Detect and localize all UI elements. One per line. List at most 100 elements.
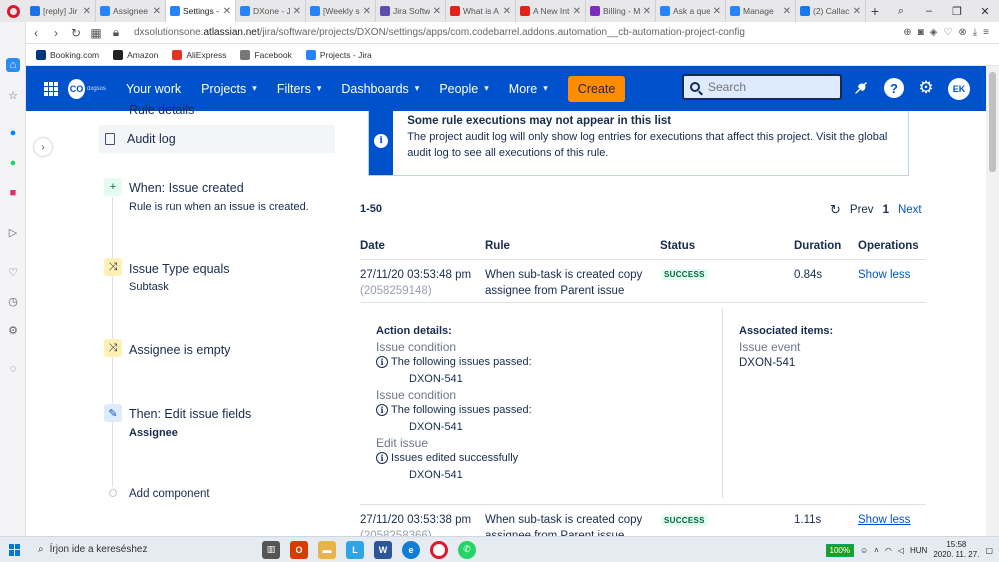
close-tab-icon[interactable]: ✕ — [83, 6, 91, 17]
close-tab-icon[interactable]: ✕ — [503, 6, 511, 17]
bulb-icon[interactable]: ◌ — [6, 362, 20, 376]
jira-logo[interactable]: CO dxgsos — [68, 78, 106, 99]
heart-icon[interactable]: ♡ — [6, 265, 20, 279]
url-field[interactable]: dxsolutionsone.atlassian.net/jira/softwa… — [134, 27, 903, 38]
minimize-icon[interactable]: – — [915, 5, 943, 17]
people-icon[interactable]: ☺ — [860, 546, 868, 555]
audit-log-link[interactable]: Audit log — [99, 125, 335, 153]
nav-your-work[interactable]: Your work — [126, 82, 181, 96]
settings-icon[interactable]: ⚙ — [6, 323, 20, 337]
search-tabs-icon[interactable]: ⌕ — [887, 5, 915, 18]
nav-projects[interactable]: Projects ▾ — [201, 82, 257, 96]
settings-gear-icon[interactable]: ⚙ — [916, 78, 936, 98]
home-icon[interactable]: ⌂ — [6, 58, 20, 72]
browser-tab[interactable]: (2) Callac ✕ — [796, 0, 866, 22]
nav-people[interactable]: People ▾ — [439, 82, 488, 96]
instagram-icon[interactable]: ■ — [6, 186, 20, 200]
app-l-icon[interactable]: L — [346, 540, 364, 559]
row2-show-less-link[interactable]: Show less — [858, 512, 910, 528]
battery-indicator[interactable]: 100% — [825, 543, 854, 557]
speaker-icon[interactable]: ◁ — [898, 546, 904, 555]
nav-more[interactable]: More ▾ — [509, 82, 548, 96]
browser-tab[interactable]: Assignee ✕ — [96, 0, 166, 22]
browser-tab[interactable]: Billing - M ✕ — [586, 0, 656, 22]
associated-issue-link[interactable]: DXON-541 — [739, 357, 795, 369]
zoom-icon[interactable]: ⊕ — [903, 27, 911, 38]
close-tab-icon[interactable]: ✕ — [573, 6, 581, 17]
browser-tab[interactable]: What is A ✕ — [446, 0, 516, 22]
language-indicator[interactable]: HUN — [910, 546, 927, 555]
close-tab-icon[interactable]: ✕ — [783, 6, 791, 17]
download-icon[interactable]: ⤓ — [973, 27, 977, 38]
create-button[interactable]: Create — [567, 75, 626, 102]
whatsapp-icon[interactable]: ● — [6, 156, 20, 170]
forward-icon[interactable]: › — [46, 26, 66, 40]
file-explorer-icon[interactable]: ▬ — [318, 540, 336, 559]
close-tab-icon[interactable]: ✕ — [713, 6, 721, 17]
menu-icon[interactable]: ≡ — [983, 27, 989, 38]
wallet-icon[interactable]: ⊗ — [958, 27, 966, 38]
task-view-icon[interactable]: ▥ — [262, 540, 280, 559]
browser-tab[interactable]: [Weekly s ✕ — [306, 0, 376, 22]
search-input[interactable] — [708, 80, 818, 94]
action-title[interactable]: Then: Edit issue fields — [129, 407, 251, 421]
office-icon[interactable]: O — [290, 540, 308, 559]
word-icon[interactable]: W — [374, 540, 392, 559]
notification-center-icon[interactable]: ▢ — [985, 546, 993, 555]
opera-taskbar-icon[interactable] — [430, 540, 448, 559]
speed-dial-icon[interactable]: ▦ — [86, 26, 106, 40]
close-tab-icon[interactable]: ✕ — [293, 6, 301, 17]
bookmark-item[interactable]: Projects - Jira — [305, 49, 372, 60]
reload-icon[interactable]: ↻ — [66, 26, 86, 40]
messenger-icon[interactable]: ● — [6, 126, 20, 140]
shield-icon[interactable]: ◈ — [930, 27, 938, 38]
browser-tab[interactable]: A New Int ✕ — [516, 0, 586, 22]
taskbar-search[interactable]: ⌕ Írjon ide a kereséshez — [30, 537, 250, 562]
rule-details-link[interactable]: Rule details — [129, 103, 194, 117]
browser-tab[interactable]: Manage ✕ — [726, 0, 796, 22]
help-icon[interactable]: ? — [884, 78, 904, 98]
restore-icon[interactable]: ❐ — [943, 5, 971, 18]
bookmark-item[interactable]: AliExpress — [172, 49, 226, 60]
start-button[interactable] — [0, 543, 30, 556]
bookmark-item[interactable]: Amazon — [113, 49, 158, 60]
nav-dashboards[interactable]: Dashboards ▾ — [341, 82, 419, 96]
opera-logo-icon[interactable] — [0, 0, 26, 22]
close-tab-icon[interactable]: ✕ — [153, 6, 161, 17]
collapse-sidebar-icon[interactable]: › — [34, 138, 52, 156]
avatar[interactable]: EK — [948, 78, 970, 100]
bookmark-item[interactable]: Booking.com — [36, 49, 99, 60]
history-icon[interactable]: ◷ — [6, 294, 20, 308]
browser-tab[interactable]: Ask a que ✕ — [656, 0, 726, 22]
refresh-icon[interactable]: ↻ — [830, 202, 841, 218]
next-button[interactable]: Next — [898, 204, 922, 216]
camera-icon[interactable]: ◙ — [918, 27, 924, 38]
add-component-link[interactable]: Add component — [129, 488, 210, 500]
wifi-icon[interactable]: ◠ — [885, 546, 892, 555]
close-tab-icon[interactable]: ✕ — [643, 6, 651, 17]
new-tab-button[interactable]: + — [866, 3, 884, 19]
close-window-icon[interactable]: ✕ — [971, 5, 999, 18]
chevron-up-icon[interactable]: ˄ — [874, 546, 879, 555]
back-icon[interactable]: ‹ — [26, 26, 46, 40]
close-tab-icon[interactable]: ✕ — [433, 6, 441, 17]
close-tab-icon[interactable]: ✕ — [853, 6, 861, 17]
prev-button[interactable]: Prev — [850, 204, 874, 216]
trigger-title[interactable]: When: Issue created — [129, 181, 244, 195]
browser-tab[interactable]: DXone - J ✕ — [236, 0, 306, 22]
notifications-icon[interactable] — [851, 78, 871, 98]
edge-icon[interactable]: e — [402, 540, 420, 559]
close-tab-icon[interactable]: ✕ — [223, 6, 231, 17]
browser-tab[interactable]: [reply] Jir ✕ — [26, 0, 96, 22]
page-scrollbar[interactable] — [986, 66, 999, 536]
bookmark-item[interactable]: Facebook — [240, 49, 292, 60]
app-switcher-icon[interactable] — [44, 81, 58, 96]
scrollbar-thumb[interactable] — [989, 72, 996, 172]
browser-tab[interactable]: Settings - ✕ — [166, 0, 236, 22]
browser-tab[interactable]: Jira Softw ✕ — [376, 0, 446, 22]
condition-issue-type-title[interactable]: Issue Type equals — [129, 262, 230, 276]
heart-bookmark-icon[interactable]: ♡ — [943, 27, 952, 38]
send-icon[interactable]: ▷ — [6, 225, 20, 239]
whatsapp-taskbar-icon[interactable]: ✆ — [458, 540, 476, 559]
close-tab-icon[interactable]: ✕ — [363, 6, 371, 17]
